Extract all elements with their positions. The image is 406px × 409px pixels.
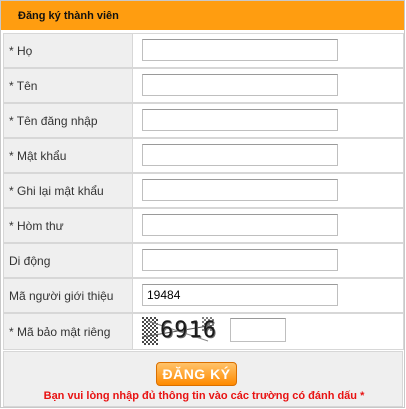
field-label-cell: Di động — [3, 243, 132, 278]
field-label-cell: * Mật khẩu — [3, 138, 132, 173]
field-row-last-name: * Họ — [3, 33, 404, 68]
field-label: * Tên đăng nhập — [9, 114, 98, 128]
field-label: * Mã bảo mật riêng — [9, 325, 111, 339]
field-label-cell: * Tên — [3, 68, 132, 103]
field-value-cell — [132, 68, 404, 103]
username-input[interactable] — [142, 109, 338, 131]
field-row-password: * Mật khẩu — [3, 138, 404, 173]
field-row-email: * Hòm thư — [3, 208, 404, 243]
field-value-cell — [132, 243, 404, 278]
field-label: * Họ — [9, 44, 33, 58]
field-label-cell: * Ghi lại mật khẩu — [3, 173, 132, 208]
field-row-first-name: * Tên — [3, 68, 404, 103]
field-label-cell: * Họ — [3, 33, 132, 68]
field-value-cell — [132, 173, 404, 208]
first-name-input[interactable] — [142, 74, 338, 96]
password-input[interactable] — [142, 144, 338, 166]
confirm-password-input[interactable] — [142, 179, 338, 201]
field-value-cell — [132, 208, 404, 243]
captcha-image: 6916 — [141, 317, 217, 345]
field-label-cell: * Mã bảo mật riêng — [3, 313, 132, 350]
field-row-username: * Tên đăng nhập — [3, 103, 404, 138]
field-value-cell — [132, 103, 404, 138]
mobile-input[interactable] — [142, 249, 338, 271]
field-value-cell — [132, 33, 404, 68]
field-label: * Ghi lại mật khẩu — [9, 184, 104, 198]
field-label: Mã người giới thiệu — [9, 289, 114, 303]
form-header: Đăng ký thành viên — [1, 1, 404, 30]
required-fields-note: Bạn vui lòng nhập đủ thông tin vào các t… — [43, 390, 365, 402]
register-button[interactable]: ĐĂNG KÝ — [156, 362, 237, 386]
last-name-input[interactable] — [142, 39, 338, 61]
field-row-captcha: * Mã bảo mật riêng 6916 — [3, 313, 404, 350]
field-label: * Mật khẩu — [9, 149, 67, 163]
field-label-cell: * Tên đăng nhập — [3, 103, 132, 138]
field-row-confirm-password: * Ghi lại mật khẩu — [3, 173, 404, 208]
field-label-cell: Mã người giới thiệu — [3, 278, 132, 313]
field-label: Di động — [9, 254, 51, 268]
referral-code-input[interactable] — [142, 284, 338, 306]
field-row-mobile: Di động — [3, 243, 404, 278]
field-value-cell — [132, 278, 404, 313]
submit-area: ĐĂNG KÝ Bạn vui lòng nhập đủ thông tin v… — [3, 351, 403, 407]
email-input[interactable] — [142, 214, 338, 236]
field-label-cell: * Hòm thư — [3, 208, 132, 243]
field-label: * Hòm thư — [9, 219, 64, 233]
field-row-referral-code: Mã người giới thiệu — [3, 278, 404, 313]
field-value-cell: 6916 — [132, 313, 404, 350]
captcha-text: 6916 — [160, 318, 217, 343]
field-label: * Tên — [9, 79, 38, 93]
registration-panel: Đăng ký thành viên * Họ * Tên * Tên đăng… — [0, 0, 405, 408]
field-value-cell — [132, 138, 404, 173]
captcha-input[interactable] — [230, 318, 286, 342]
form-title: Đăng ký thành viên — [18, 10, 119, 22]
